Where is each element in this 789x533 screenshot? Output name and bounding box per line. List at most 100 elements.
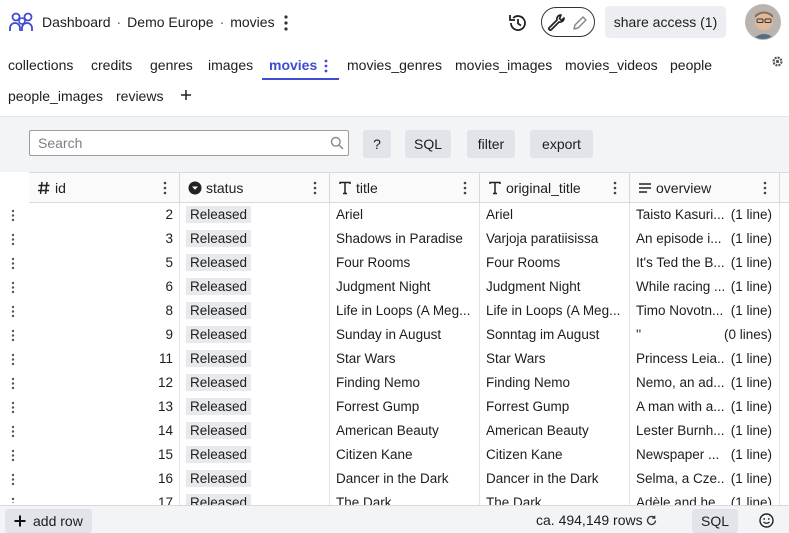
- cell-status[interactable]: Released: [180, 395, 330, 419]
- table-row[interactable]: 5 Released Four Rooms Four Rooms It's Ted th…: [29, 251, 789, 275]
- row-handle-icon[interactable]: [11, 377, 15, 390]
- tab-credits[interactable]: credits: [91, 57, 132, 73]
- filter-button[interactable]: filter: [467, 130, 515, 158]
- cell-title[interactable]: Sunday in August: [330, 323, 480, 347]
- cell-original-title[interactable]: Dancer in the Dark: [480, 467, 630, 491]
- tab-movies-images[interactable]: movies_images: [455, 57, 552, 73]
- team-icon[interactable]: [9, 11, 35, 33]
- table-row[interactable]: 13 Released Forrest Gump Forrest Gump A man …: [29, 395, 789, 419]
- refresh-icon[interactable]: [646, 515, 657, 526]
- cell-title[interactable]: Star Wars: [330, 347, 480, 371]
- cell-status[interactable]: Released: [180, 371, 330, 395]
- cell-status[interactable]: Released: [180, 275, 330, 299]
- cell-title[interactable]: Ariel: [330, 203, 480, 227]
- cell-original-title[interactable]: Forrest Gump: [480, 395, 630, 419]
- cell-status[interactable]: Released: [180, 467, 330, 491]
- tab-reviews[interactable]: reviews: [116, 88, 163, 104]
- cell-overview[interactable]: Princess Leia... (1 line): [630, 347, 780, 371]
- row-handle-icon[interactable]: [11, 449, 15, 462]
- cell-overview[interactable]: A man with a... (1 line): [630, 395, 780, 419]
- cell-title[interactable]: Judgment Night: [330, 275, 480, 299]
- tab-movies[interactable]: movies: [269, 57, 317, 73]
- row-handle-icon[interactable]: [11, 353, 15, 366]
- table-options-icon[interactable]: [281, 13, 291, 33]
- cell-id[interactable]: 8: [29, 299, 180, 323]
- row-handle-icon[interactable]: [11, 497, 15, 503]
- row-handle-icon[interactable]: [11, 281, 15, 294]
- table-row[interactable]: 12 Released Finding Nemo Finding Nemo Nemo, …: [29, 371, 789, 395]
- cell-title[interactable]: Four Rooms: [330, 251, 480, 275]
- cell-status[interactable]: Released: [180, 299, 330, 323]
- feedback-smile-icon[interactable]: [759, 513, 774, 528]
- cell-original-title[interactable]: Finding Nemo: [480, 371, 630, 395]
- row-handle-icon[interactable]: [11, 401, 15, 414]
- cell-title[interactable]: Shadows in Paradise: [330, 227, 480, 251]
- cell-id[interactable]: 5: [29, 251, 180, 275]
- cell-title[interactable]: Life in Loops (A Meg...: [330, 299, 480, 323]
- cell-id[interactable]: 2: [29, 203, 180, 227]
- row-handle-icon[interactable]: [11, 473, 15, 486]
- column-menu-icon[interactable]: [763, 181, 767, 195]
- column-header-id[interactable]: id: [29, 173, 180, 203]
- cell-title[interactable]: American Beauty: [330, 419, 480, 443]
- cell-status[interactable]: Released: [180, 323, 330, 347]
- cell-status[interactable]: Released: [180, 251, 330, 275]
- cell-overview[interactable]: Newspaper ... (1 line): [630, 443, 780, 467]
- sql-console-button[interactable]: SQL: [692, 509, 738, 533]
- tab-images[interactable]: images: [208, 57, 253, 73]
- column-menu-icon[interactable]: [463, 181, 467, 195]
- cell-original-title[interactable]: Life in Loops (A Meg...: [480, 299, 630, 323]
- cell-id[interactable]: 11: [29, 347, 180, 371]
- table-row[interactable]: 11 Released Star Wars Star Wars Princess Lei…: [29, 347, 789, 371]
- add-row-button[interactable]: add row: [5, 509, 92, 533]
- row-handle-icon[interactable]: [11, 329, 15, 342]
- column-menu-icon[interactable]: [313, 181, 317, 195]
- tab-people[interactable]: people: [670, 57, 712, 73]
- column-menu-icon[interactable]: [613, 181, 617, 195]
- table-row[interactable]: 16 Released Dancer in the Dark Dancer in th…: [29, 467, 789, 491]
- cell-overview[interactable]: Taisto Kasuri... (1 line): [630, 203, 780, 227]
- cell-title[interactable]: The Dark: [330, 491, 480, 505]
- table-row[interactable]: 17 Released The Dark The Dark Adèle and he..…: [29, 491, 789, 505]
- tab-options-icon[interactable]: [322, 58, 330, 74]
- gear-icon[interactable]: [771, 55, 784, 68]
- history-icon[interactable]: [507, 12, 529, 34]
- cell-status[interactable]: Released: [180, 419, 330, 443]
- row-handle-icon[interactable]: [11, 209, 15, 222]
- cell-status[interactable]: Released: [180, 443, 330, 467]
- cell-original-title[interactable]: Sonntag im August: [480, 323, 630, 347]
- cell-overview[interactable]: Nemo, an ad... (1 line): [630, 371, 780, 395]
- column-header-title[interactable]: title: [330, 173, 480, 203]
- cell-id[interactable]: 15: [29, 443, 180, 467]
- cell-original-title[interactable]: Judgment Night: [480, 275, 630, 299]
- breadcrumb-table[interactable]: movies: [230, 14, 274, 30]
- cell-id[interactable]: 6: [29, 275, 180, 299]
- cell-overview[interactable]: '' (0 lines): [630, 323, 780, 347]
- avatar[interactable]: [745, 4, 781, 40]
- search-input[interactable]: [29, 130, 349, 156]
- tab-people-images[interactable]: people_images: [8, 88, 103, 104]
- breadcrumb-dashboard[interactable]: Dashboard: [42, 14, 111, 30]
- cell-id[interactable]: 9: [29, 323, 180, 347]
- breadcrumb-team[interactable]: Demo Europe: [127, 14, 213, 30]
- cell-original-title[interactable]: Four Rooms: [480, 251, 630, 275]
- table-row[interactable]: 2 Released Ariel Ariel Taisto Kasuri... (1 li…: [29, 203, 789, 227]
- cell-original-title[interactable]: Ariel: [480, 203, 630, 227]
- cell-title[interactable]: Finding Nemo: [330, 371, 480, 395]
- table-row[interactable]: 3 Released Shadows in Paradise Varjoja para…: [29, 227, 789, 251]
- tab-collections[interactable]: collections: [8, 57, 73, 73]
- edit-mode-toggle[interactable]: [541, 7, 595, 37]
- cell-id[interactable]: 12: [29, 371, 180, 395]
- cell-original-title[interactable]: The Dark: [480, 491, 630, 505]
- tab-movies-genres[interactable]: movies_genres: [347, 57, 442, 73]
- add-table-icon[interactable]: [179, 88, 193, 102]
- cell-overview[interactable]: Selma, a Cze... (1 line): [630, 467, 780, 491]
- help-button[interactable]: ?: [363, 130, 391, 158]
- cell-original-title[interactable]: Star Wars: [480, 347, 630, 371]
- column-header-overview[interactable]: overview: [630, 173, 780, 203]
- cell-title[interactable]: Forrest Gump: [330, 395, 480, 419]
- table-row[interactable]: 9 Released Sunday in August Sonntag im Augu…: [29, 323, 789, 347]
- column-header-original-title[interactable]: original_title: [480, 173, 630, 203]
- cell-overview[interactable]: Adèle and he... (1 line): [630, 491, 780, 505]
- cell-status[interactable]: Released: [180, 203, 330, 227]
